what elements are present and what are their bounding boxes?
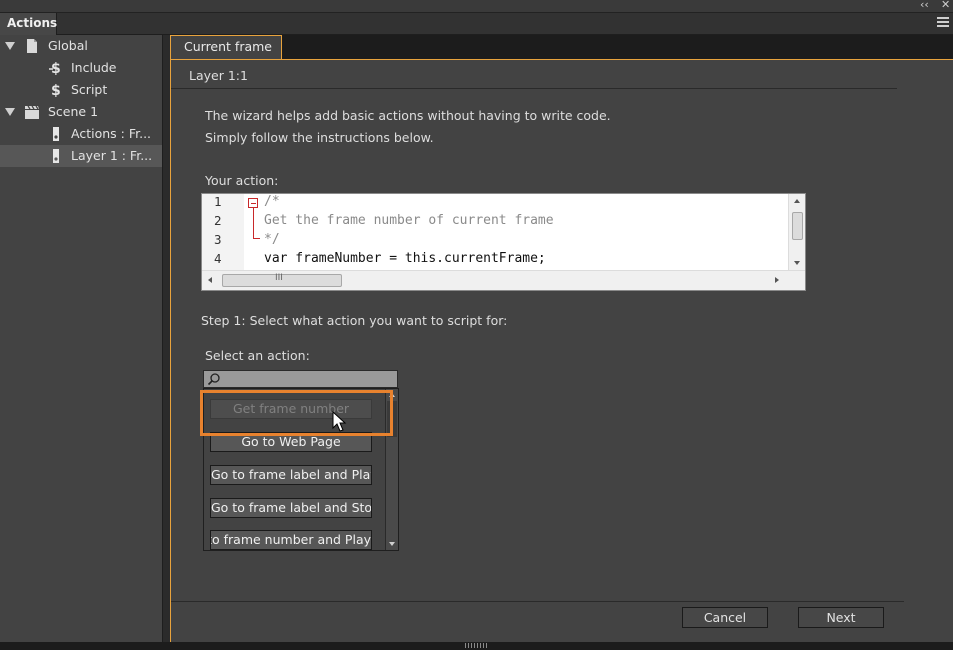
scroll-up-arrow-icon[interactable] xyxy=(389,393,395,397)
code-editor[interactable]: 1 2 3 4 /* Get the frame number of curre… xyxy=(201,193,806,291)
expand-arrow-icon[interactable] xyxy=(5,108,15,116)
fold-guide-end xyxy=(253,238,260,239)
tree-item-label: Actions : Fr... xyxy=(71,126,152,141)
action-search-input[interactable] xyxy=(203,370,398,388)
search-icon xyxy=(207,373,220,386)
panel-tab-bar: Actions xyxy=(0,13,953,35)
tree-item-layer-1-frame[interactable]: Layer 1 : Fr... xyxy=(0,145,162,167)
mouse-cursor-icon xyxy=(332,411,347,432)
select-action-label: Select an action: xyxy=(205,348,310,363)
tree-item-script[interactable]: $ Script xyxy=(0,79,162,101)
divider xyxy=(171,601,904,602)
scrollbar-grip: III xyxy=(275,273,283,283)
wizard-intro-line-1: The wizard helps add basic actions witho… xyxy=(205,108,611,123)
resize-grip-icon[interactable] xyxy=(465,643,489,648)
your-action-label: Your action: xyxy=(205,173,279,188)
cancel-button[interactable]: Cancel xyxy=(682,607,768,628)
panel-header-strip: ‹‹ ✕ xyxy=(0,0,953,13)
document-icon xyxy=(27,39,37,53)
scroll-up-arrow-icon[interactable] xyxy=(794,199,800,203)
action-go-to-frame-label-and-play[interactable]: Go to frame label and Play xyxy=(210,465,372,485)
scroll-down-arrow-icon[interactable] xyxy=(794,261,800,265)
action-list[interactable]: Get frame number Go to Web Page Go to fr… xyxy=(203,388,399,551)
document-tab-bar: Current frame xyxy=(170,35,953,59)
scroll-right-arrow-icon[interactable] xyxy=(775,277,779,283)
fold-guide xyxy=(253,208,254,238)
scroll-left-arrow-icon[interactable] xyxy=(208,277,212,283)
tree-item-global[interactable]: Global xyxy=(0,35,162,57)
scene-clapper-icon xyxy=(25,105,39,119)
fold-collapse-icon[interactable] xyxy=(248,198,258,208)
tree-item-label: Global xyxy=(48,38,88,53)
actions-wizard: Current frame Layer 1:1 The wizard helps… xyxy=(170,35,953,642)
step-1-label: Step 1: Select what action you want to s… xyxy=(201,313,508,328)
script-icon: $ xyxy=(51,83,61,98)
scrollbar-thumb[interactable] xyxy=(387,401,397,437)
panel-splitter[interactable] xyxy=(163,35,170,642)
code-line: /* xyxy=(264,194,280,209)
divider xyxy=(171,88,897,89)
tree-item-label: Include xyxy=(71,60,117,75)
collapse-panel-icon[interactable]: ‹‹ xyxy=(920,0,929,11)
frame-icon xyxy=(53,127,59,141)
tree-item-label: Scene 1 xyxy=(48,104,99,119)
wizard-content: Layer 1:1 The wizard helps add basic act… xyxy=(170,59,953,642)
tree-item-label: Layer 1 : Fr... xyxy=(71,148,153,163)
code-horizontal-scrollbar[interactable]: III xyxy=(202,270,805,290)
svg-text:$: $ xyxy=(51,83,61,98)
script-navigator-tree: Global $ Include $ Script Scene 1 Action… xyxy=(0,35,163,642)
wizard-intro-line-2: Simply follow the instructions below. xyxy=(205,130,434,145)
line-number-gutter: 1 2 3 4 xyxy=(202,194,244,270)
tree-item-actions-frame[interactable]: Actions : Fr... xyxy=(0,123,162,145)
line-number: 4 xyxy=(214,251,222,266)
action-go-to-web-page[interactable]: Go to Web Page xyxy=(210,432,372,452)
scroll-down-arrow-icon[interactable] xyxy=(389,542,395,546)
close-panel-icon[interactable]: ✕ xyxy=(941,0,950,11)
tab-current-frame[interactable]: Current frame xyxy=(170,35,282,59)
code-line: var frameNumber = this.currentFrame; xyxy=(264,251,546,266)
expand-arrow-icon[interactable] xyxy=(5,42,15,50)
action-list-scrollbar[interactable] xyxy=(385,389,398,550)
line-number: 1 xyxy=(214,194,222,209)
frame-icon xyxy=(53,149,59,163)
scrollbar-thumb[interactable]: III xyxy=(222,273,342,287)
code-line: Get the frame number of current frame xyxy=(264,213,554,228)
line-number: 3 xyxy=(214,232,222,247)
layer-frame-label: Layer 1:1 xyxy=(189,68,248,83)
code-vertical-scrollbar[interactable] xyxy=(788,194,805,270)
action-go-to-frame-label-and-stop[interactable]: Go to frame label and Stop xyxy=(210,498,372,518)
line-number: 2 xyxy=(214,213,222,228)
panel-bottom-bar xyxy=(0,642,953,650)
tree-item-scene-1[interactable]: Scene 1 xyxy=(0,101,162,123)
next-button[interactable]: Next xyxy=(798,607,884,628)
tree-item-label: Script xyxy=(71,82,108,97)
actions-panel-tab[interactable]: Actions xyxy=(0,13,57,35)
action-button-label: Go to frame number and Play xyxy=(211,532,371,547)
tree-item-include[interactable]: $ Include xyxy=(0,57,162,79)
panel-menu-icon[interactable] xyxy=(937,17,949,28)
code-line: */ xyxy=(264,232,280,247)
action-go-to-frame-number-and-play[interactable]: Go to frame number and Play xyxy=(210,530,372,550)
include-script-icon: $ xyxy=(49,61,61,76)
scrollbar-thumb[interactable] xyxy=(792,212,803,240)
